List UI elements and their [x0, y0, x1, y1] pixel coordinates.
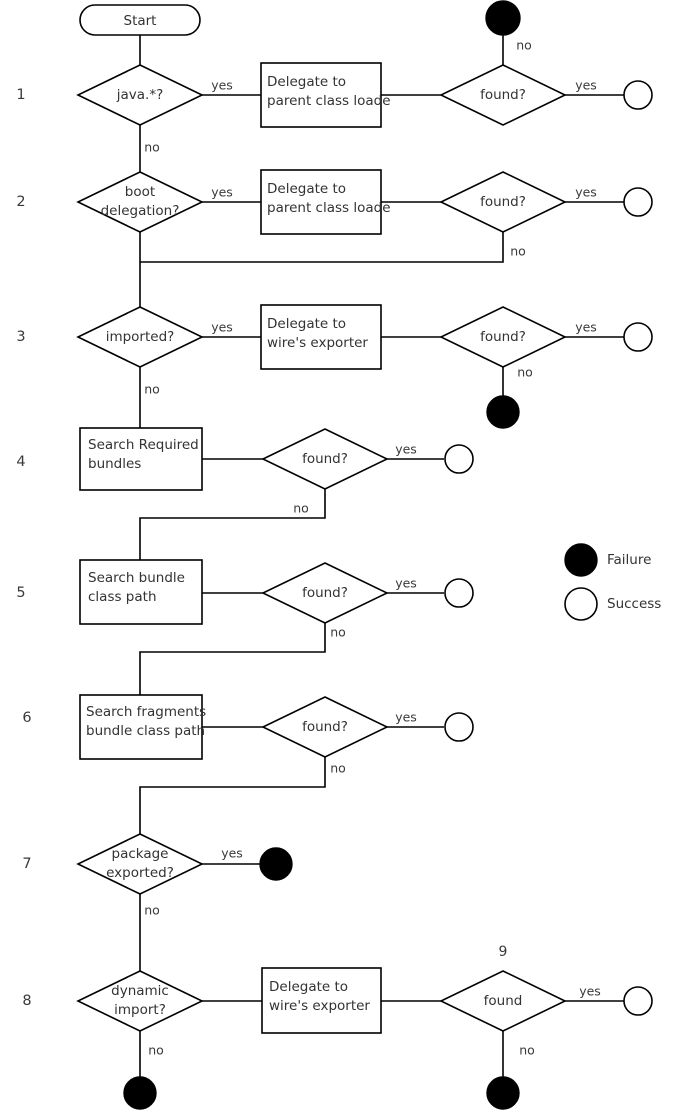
edge-label-found1-yes: yes — [575, 78, 597, 93]
failure-circle-icon — [564, 543, 598, 577]
decision-found-6-label: found? — [302, 719, 348, 735]
edge-label-found1-no: no — [516, 38, 532, 53]
decision-dynamic-import-line2: import? — [114, 1002, 166, 1018]
decision-package-exported-line1: package — [112, 846, 169, 862]
edge-label-java-yes: yes — [211, 78, 233, 93]
failure-circle-icon-row8-left — [123, 1076, 157, 1110]
decision-found-5-label: found? — [302, 585, 348, 601]
edge-label-imported-yes: yes — [211, 320, 233, 335]
action-delegate-parent-2-line2: parent class loade — [267, 200, 391, 216]
success-circle-icon-row2 — [623, 187, 653, 217]
edge-label-found9-yes: yes — [579, 984, 601, 999]
row-number-column: 1 2 3 4 5 6 7 8 — [16, 87, 31, 1009]
row-number-1: 1 — [16, 87, 25, 103]
action-delegate-parent-1-line2: parent class loade — [267, 93, 391, 109]
row-6: Search fragments bundle class path found… — [79, 694, 474, 776]
edge-label-found3-no: no — [517, 365, 533, 380]
action-delegate-parent-1-line1: Delegate to — [267, 74, 346, 90]
row-number-2: 2 — [16, 194, 25, 210]
conn-found6-no-to-package — [139, 757, 326, 834]
edge-label-found6-yes: yes — [395, 710, 417, 725]
action-delegate-wire-1-line2: wire's exporter — [267, 335, 368, 351]
start-label: Start — [124, 13, 157, 29]
edge-label-found4-yes: yes — [395, 442, 417, 457]
edge-label-imported-no: no — [144, 382, 160, 397]
decision-java-star-label: java.*? — [116, 87, 164, 103]
action-search-required-line1: Search Required — [88, 437, 199, 453]
row-number-8: 8 — [22, 993, 31, 1009]
row-number-5: 5 — [16, 585, 25, 601]
success-circle-icon-row5 — [444, 578, 474, 608]
conn-found5-no-to-box6 — [139, 623, 326, 695]
edge-label-found2-no: no — [510, 244, 526, 259]
flowchart-canvas: 1 2 3 4 5 6 7 8 Start java.*? yes no Del… — [0, 0, 688, 1120]
row-4: Search Required bundles found? yes no — [79, 427, 474, 516]
decision-found-9-label: found — [484, 993, 523, 1009]
edge-label-found4-no: no — [293, 501, 309, 516]
row-3: imported? yes no Delegate to wire's expo… — [76, 304, 653, 429]
decision-boot-delegation-line1: boot — [125, 184, 155, 200]
failure-circle-icon-row8-right — [486, 1076, 520, 1110]
decision-found-3-label: found? — [480, 329, 526, 345]
legend: Failure Success — [564, 543, 661, 621]
success-circle-icon-row1 — [623, 80, 653, 110]
decision-found-4-label: found? — [302, 451, 348, 467]
row-2: boot delegation? yes Delegate to parent … — [76, 169, 653, 259]
action-search-required-line2: bundles — [88, 456, 141, 472]
row-number-6: 6 — [22, 710, 31, 726]
action-search-bundle-line2: class path — [88, 589, 157, 605]
action-search-fragments-line1: Search fragments — [86, 704, 206, 720]
row-7: package exported? yes no — [76, 833, 293, 918]
edge-label-found6-no: no — [330, 761, 346, 776]
edge-label-java-no: no — [144, 140, 160, 155]
action-search-bundle-line1: Search bundle — [88, 570, 185, 586]
decision-dynamic-import-line1: dynamic — [111, 983, 169, 999]
edge-label-found9-no: no — [519, 1043, 535, 1058]
action-delegate-wire-2-line1: Delegate to — [269, 979, 348, 995]
success-circle-icon-row6 — [444, 712, 474, 742]
edge-label-found5-yes: yes — [395, 576, 417, 591]
success-circle-icon-row4 — [444, 444, 474, 474]
row-5: Search bundle class path found? yes no — [79, 559, 474, 640]
success-circle-icon — [564, 587, 598, 621]
row-8: dynamic import? no Delegate to wire's ex… — [76, 944, 653, 1110]
decision-found-2-label: found? — [480, 194, 526, 210]
start-node[interactable]: Start — [79, 4, 201, 36]
edge-label-found5-no: no — [330, 625, 346, 640]
failure-circle-icon-row7 — [259, 847, 293, 881]
edge-label-package-yes: yes — [221, 846, 243, 861]
row-number-3: 3 — [16, 329, 25, 345]
legend-label-success: Success — [607, 596, 661, 612]
failure-circle-icon-row3 — [486, 395, 520, 429]
decision-package-exported-line2: exported? — [106, 865, 174, 881]
decision-dynamic-import[interactable] — [76, 970, 204, 1032]
action-delegate-wire-1-line1: Delegate to — [267, 316, 346, 332]
failure-circle-icon-row1 — [485, 0, 521, 36]
row-number-4: 4 — [16, 454, 25, 470]
decision-boot-delegation-line2: delegation? — [101, 203, 180, 219]
action-search-fragments-line2: bundle class path — [86, 723, 205, 739]
decision-found-1-label: found? — [480, 87, 526, 103]
edge-label-dynamic-no: no — [148, 1043, 164, 1058]
conn-found2-no-to-spine — [140, 232, 504, 263]
decision-boot-delegation[interactable] — [76, 171, 204, 233]
success-circle-icon-row8 — [623, 986, 653, 1016]
decision-package-exported[interactable] — [76, 833, 204, 895]
success-circle-icon-row3 — [623, 322, 653, 352]
class-loading-flowchart: 1 2 3 4 5 6 7 8 Start java.*? yes no Del… — [16, 0, 661, 1110]
legend-label-failure: Failure — [607, 552, 651, 568]
action-delegate-parent-2-line1: Delegate to — [267, 181, 346, 197]
decision-imported-label: imported? — [106, 329, 175, 345]
edge-label-found3-yes: yes — [575, 320, 597, 335]
row-number-7: 7 — [22, 856, 31, 872]
action-delegate-wire-2-line2: wire's exporter — [269, 998, 370, 1014]
edge-label-boot-yes: yes — [211, 185, 233, 200]
edge-label-package-no: no — [144, 903, 160, 918]
edge-label-found2-yes: yes — [575, 185, 597, 200]
step-tag-9: 9 — [499, 944, 508, 960]
